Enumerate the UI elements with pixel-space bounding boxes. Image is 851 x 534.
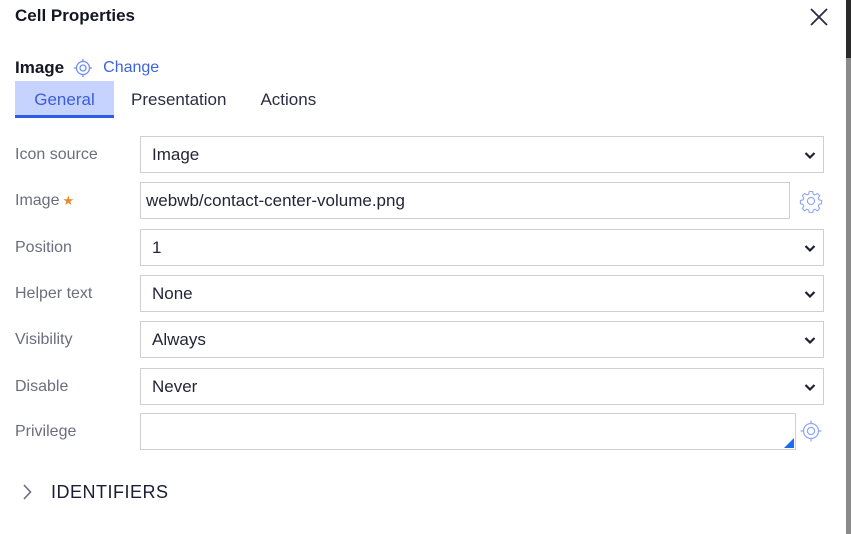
- icon-source-label: Icon source: [15, 146, 98, 163]
- panel-title: Cell Properties: [15, 6, 135, 25]
- chevron-down-icon: [804, 384, 816, 392]
- privilege-label: Privilege: [15, 423, 77, 440]
- image-label-text: Image: [15, 192, 60, 209]
- control-type-label: Image: [15, 58, 65, 77]
- position-row: Position 1: [0, 229, 846, 266]
- icon-source-value: Image: [152, 145, 200, 164]
- tab-general[interactable]: General: [15, 81, 114, 118]
- disable-label: Disable: [15, 378, 69, 395]
- target-icon: [74, 59, 93, 77]
- image-path-input[interactable]: webwb/contact-center-volume.png: [140, 182, 790, 219]
- target-icon[interactable]: [799, 419, 823, 443]
- resize-handle[interactable]: [784, 438, 794, 448]
- disable-value: Never: [152, 377, 198, 396]
- privilege-textarea[interactable]: [140, 413, 796, 450]
- chevron-right-icon: [23, 484, 32, 500]
- window-edge-dark: [846, 0, 851, 58]
- cell-properties-panel: Cell Properties Image Change General Pre…: [0, 0, 846, 534]
- image-row: Image ★ webwb/contact-center-volume.png: [0, 182, 846, 219]
- position-label: Position: [15, 239, 72, 256]
- close-icon: [810, 8, 828, 26]
- helper-text-row: Helper text None: [0, 275, 846, 312]
- visibility-row: Visibility Always: [0, 321, 846, 358]
- tab-presentation[interactable]: Presentation: [114, 81, 243, 118]
- tab-actions[interactable]: Actions: [243, 81, 333, 118]
- visibility-label: Visibility: [15, 331, 73, 348]
- position-select[interactable]: 1: [140, 229, 824, 266]
- gear-icon[interactable]: [799, 189, 823, 213]
- chevron-down-icon: [804, 245, 816, 253]
- chevron-down-icon: [804, 291, 816, 299]
- chevron-down-icon: [804, 337, 816, 345]
- icon-source-select[interactable]: Image: [140, 136, 824, 173]
- identifiers-section-label: IDENTIFIERS: [51, 481, 169, 502]
- chevron-down-icon: [804, 152, 816, 160]
- visibility-value: Always: [152, 330, 206, 349]
- privilege-row: Privilege: [0, 413, 846, 450]
- position-value: 1: [152, 238, 162, 257]
- icon-source-row: Icon source Image: [0, 136, 846, 173]
- image-label: Image ★: [15, 182, 74, 219]
- close-button[interactable]: [808, 6, 830, 28]
- tab-bar: General Presentation Actions: [15, 81, 333, 118]
- helper-text-label: Helper text: [15, 285, 93, 302]
- identifiers-section-toggle[interactable]: IDENTIFIERS: [15, 478, 169, 506]
- disable-row: Disable Never: [0, 368, 846, 405]
- helper-text-select[interactable]: None: [140, 275, 824, 312]
- control-type-header: Image Change: [15, 57, 159, 79]
- helper-text-value: None: [152, 284, 193, 303]
- window-edge: [846, 0, 851, 534]
- visibility-select[interactable]: Always: [140, 321, 824, 358]
- required-icon: ★: [62, 193, 75, 208]
- change-control-link[interactable]: Change: [103, 59, 159, 77]
- disable-select[interactable]: Never: [140, 368, 824, 405]
